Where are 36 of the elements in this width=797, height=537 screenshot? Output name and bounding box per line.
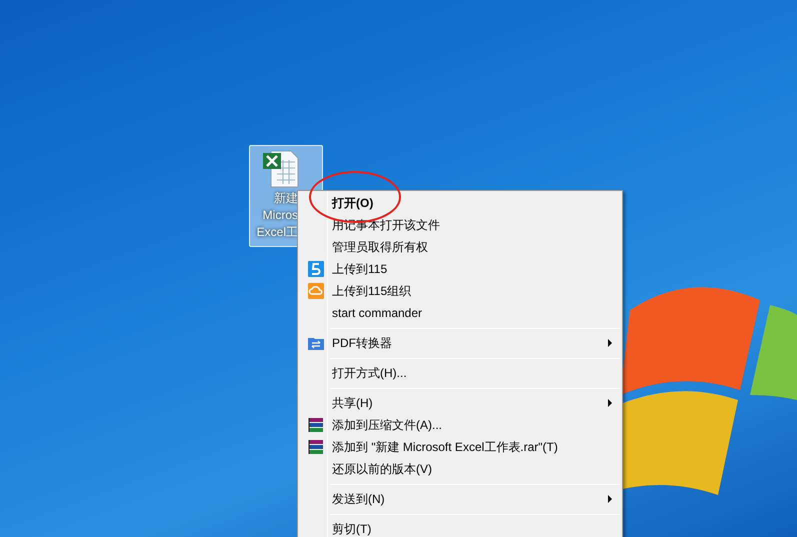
menu-item[interactable]: 打开方式(H)... [300, 362, 620, 384]
file-name-text: Excel工 [256, 224, 298, 241]
submenu-arrow-icon [608, 495, 612, 503]
menu-item[interactable]: 添加到 "新建 Microsoft Excel工作表.rar"(T) [300, 436, 620, 458]
menu-item[interactable]: 还原以前的版本(V) [300, 458, 620, 480]
menu-item[interactable]: 剪切(T) [300, 518, 620, 537]
menu-item-label: PDF转换器 [332, 335, 392, 352]
spreadsheet-file-icon [263, 150, 299, 188]
menu-item[interactable]: 添加到压缩文件(A)... [300, 414, 620, 436]
file-name-text: Micros [262, 207, 298, 224]
submenu-arrow-icon [608, 339, 612, 347]
menu-item[interactable]: 上传到115组织 [300, 280, 620, 302]
menu-item-label: 上传到115 [332, 261, 388, 278]
menu-item-label: 发送到(N) [332, 491, 385, 508]
menu-item-label: 剪切(T) [332, 521, 372, 537]
menu-item-label: 打开方式(H)... [332, 365, 407, 382]
menu-item[interactable]: 上传到115 [300, 258, 620, 280]
file-name-text: 新建 [274, 190, 298, 207]
menu-item[interactable]: 共享(H) [300, 392, 620, 414]
menu-item-label: 添加到压缩文件(A)... [332, 417, 442, 434]
menu-item-label: start commander [332, 305, 422, 322]
menu-item-label: 管理员取得所有权 [332, 239, 428, 256]
folder-arrows-icon [308, 336, 324, 350]
menu-item-label: 共享(H) [332, 395, 373, 412]
menu-item-label: 还原以前的版本(V) [332, 461, 432, 478]
stacked-books-icon [308, 417, 324, 433]
menu-item[interactable]: PDF转换器 [300, 332, 620, 354]
cloud-icon [308, 283, 324, 299]
menu-item-label: 上传到115组织 [332, 283, 412, 300]
s-logo-icon [308, 261, 324, 277]
menu-item-label: 打开(O) [332, 195, 374, 212]
stacked-books-icon [308, 439, 324, 455]
menu-item-label: 添加到 "新建 Microsoft Excel工作表.rar"(T) [332, 439, 558, 456]
menu-item[interactable]: start commander [300, 302, 620, 324]
menu-item[interactable]: 发送到(N) [300, 488, 620, 510]
submenu-arrow-icon [608, 399, 612, 407]
